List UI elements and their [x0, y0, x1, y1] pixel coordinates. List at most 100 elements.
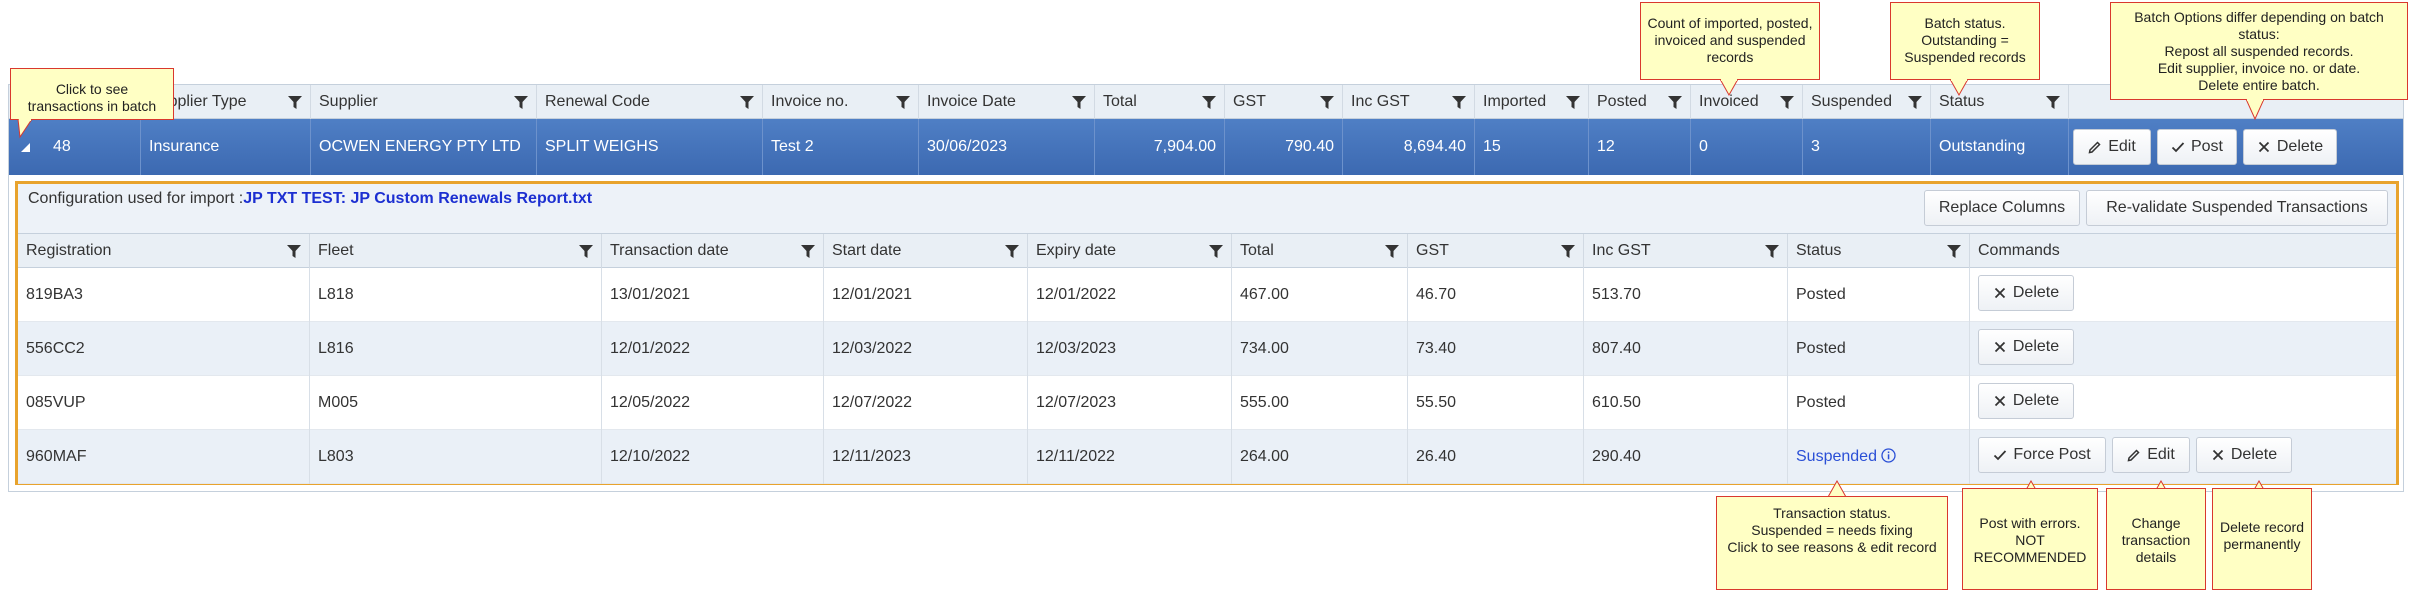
cell-total: 734.00: [1232, 322, 1408, 376]
delete-button[interactable]: Delete: [2196, 437, 2292, 473]
callout-edit: Change transaction details: [2106, 488, 2206, 590]
column-header-imported[interactable]: Imported: [1475, 85, 1589, 119]
callout-force-post: Post with errors. NOT RECOMMENDED: [1962, 488, 2098, 590]
callout-batch-options: Batch Options differ depending on batch …: [2110, 2, 2408, 100]
expand-toggle-icon[interactable]: [21, 143, 30, 152]
batch-id: 48: [53, 138, 71, 155]
transaction-row[interactable]: 960MAF L803 12/10/2022 12/11/2023 12/11/…: [18, 430, 2396, 484]
filter-icon[interactable]: [1452, 96, 1466, 109]
batch-edit-button[interactable]: Edit: [2073, 129, 2151, 165]
cell-expiry-date: 12/07/2023: [1028, 376, 1232, 430]
filter-icon[interactable]: [1780, 96, 1794, 109]
cell-expiry-date: 12/11/2022: [1028, 430, 1232, 484]
batch-post-button[interactable]: Post: [2157, 129, 2237, 165]
column-header-invoice-no[interactable]: Invoice no.: [763, 85, 919, 119]
column-header-registration[interactable]: Registration: [18, 234, 310, 268]
close-icon: [2258, 141, 2270, 153]
filter-icon[interactable]: [287, 245, 301, 258]
batch-grid: Supplier Type Supplier Renewal Code Invo…: [8, 84, 2404, 492]
filter-icon[interactable]: [2046, 96, 2060, 109]
filter-icon[interactable]: [1385, 245, 1399, 258]
filter-icon[interactable]: [1561, 245, 1575, 258]
delete-button[interactable]: Delete: [1978, 275, 2074, 311]
column-header-fleet[interactable]: Fleet: [310, 234, 602, 268]
transaction-row[interactable]: 085VUP M005 12/05/2022 12/07/2022 12/07/…: [18, 376, 2396, 430]
info-icon[interactable]: [1881, 448, 1896, 463]
column-header-total[interactable]: Total: [1095, 85, 1225, 119]
cell-total: 555.00: [1232, 376, 1408, 430]
transaction-row[interactable]: 556CC2 L816 12/01/2022 12/03/2022 12/03/…: [18, 322, 2396, 376]
column-header-inc-gst[interactable]: Inc GST: [1343, 85, 1475, 119]
force-post-button[interactable]: Force Post: [1978, 437, 2106, 473]
close-icon: [1994, 341, 2006, 353]
cell-fleet: M005: [310, 376, 602, 430]
cell-status: Posted: [1788, 322, 1970, 376]
config-file-name: JP TXT TEST: JP Custom Renewals Report.t…: [243, 190, 593, 207]
delete-button[interactable]: Delete: [1978, 329, 2074, 365]
cell-transaction-date: 12/05/2022: [602, 376, 824, 430]
filter-icon[interactable]: [579, 245, 593, 258]
cell-invoiced: 0: [1691, 119, 1803, 175]
column-header-gst[interactable]: GST: [1408, 234, 1584, 268]
filter-icon[interactable]: [1209, 245, 1223, 258]
filter-icon[interactable]: [1668, 96, 1682, 109]
column-header-renewal-code[interactable]: Renewal Code: [537, 85, 763, 119]
filter-icon[interactable]: [288, 96, 302, 109]
cell-posted: 12: [1589, 119, 1691, 175]
cell-registration: 085VUP: [18, 376, 310, 430]
cell-supplier-type: Insurance: [141, 119, 311, 175]
cell-imported: 15: [1475, 119, 1589, 175]
column-header-posted[interactable]: Posted: [1589, 85, 1691, 119]
cell-status: Outstanding: [1931, 119, 2069, 175]
column-header-supplier[interactable]: Supplier: [311, 85, 537, 119]
filter-icon[interactable]: [1947, 245, 1961, 258]
column-header-invoiced[interactable]: Invoiced: [1691, 85, 1803, 119]
edit-button[interactable]: Edit: [2112, 437, 2190, 473]
cell-gst: 55.50: [1408, 376, 1584, 430]
column-header-gst[interactable]: GST: [1225, 85, 1343, 119]
filter-icon[interactable]: [801, 245, 815, 258]
column-header-transaction-date[interactable]: Transaction date: [602, 234, 824, 268]
filter-icon[interactable]: [1005, 245, 1019, 258]
filter-icon[interactable]: [1320, 96, 1334, 109]
callout-counts: Count of imported, posted, invoiced and …: [1640, 2, 1820, 80]
checkmark-icon: [1994, 450, 2007, 461]
column-header-total[interactable]: Total: [1232, 234, 1408, 268]
filter-icon[interactable]: [1072, 96, 1086, 109]
cell-status: Posted: [1788, 376, 1970, 430]
batch-row[interactable]: 48 Insurance OCWEN ENERGY PTY LTD SPLIT …: [9, 119, 2403, 175]
batch-delete-button[interactable]: Delete: [2243, 129, 2337, 165]
cell-commands: Delete: [1970, 322, 2396, 376]
revalidate-suspended-button[interactable]: Re-validate Suspended Transactions: [2086, 190, 2388, 226]
cell-registration: 819BA3: [18, 268, 310, 322]
column-header-inc-gst[interactable]: Inc GST: [1584, 234, 1788, 268]
filter-icon[interactable]: [1765, 245, 1779, 258]
filter-icon[interactable]: [1566, 96, 1580, 109]
cell-status: Posted: [1788, 268, 1970, 322]
filter-icon[interactable]: [514, 96, 528, 109]
batch-grid-header: Supplier Type Supplier Renewal Code Invo…: [9, 85, 2403, 119]
filter-icon[interactable]: [896, 96, 910, 109]
column-header-start-date[interactable]: Start date: [824, 234, 1028, 268]
cell-fleet: L816: [310, 322, 602, 376]
cell-total: 467.00: [1232, 268, 1408, 322]
delete-button[interactable]: Delete: [1978, 383, 2074, 419]
close-icon: [1994, 287, 2006, 299]
callout-pointer: [2245, 99, 2265, 121]
column-header-status[interactable]: Status: [1788, 234, 1970, 268]
cell-commands: Delete: [1970, 376, 2396, 430]
filter-icon[interactable]: [740, 96, 754, 109]
filter-icon[interactable]: [1202, 96, 1216, 109]
callout-delete: Delete record permanently: [2212, 488, 2312, 590]
cell-status[interactable]: Suspended: [1788, 430, 1970, 484]
suspended-status-link[interactable]: Suspended: [1796, 448, 1877, 465]
batch-detail-panel: Configuration used for import :JP TXT TE…: [15, 181, 2399, 485]
transaction-row[interactable]: 819BA3 L818 13/01/2021 12/01/2021 12/01/…: [18, 268, 2396, 322]
column-header-suspended[interactable]: Suspended: [1803, 85, 1931, 119]
filter-icon[interactable]: [1908, 96, 1922, 109]
column-header-expiry-date[interactable]: Expiry date: [1028, 234, 1232, 268]
replace-columns-button[interactable]: Replace Columns: [1924, 190, 2080, 226]
config-toolbar: Configuration used for import :JP TXT TE…: [18, 184, 2396, 234]
column-header-invoice-date[interactable]: Invoice Date: [919, 85, 1095, 119]
cell-commands: Force Post Edit Delete: [1970, 430, 2396, 484]
